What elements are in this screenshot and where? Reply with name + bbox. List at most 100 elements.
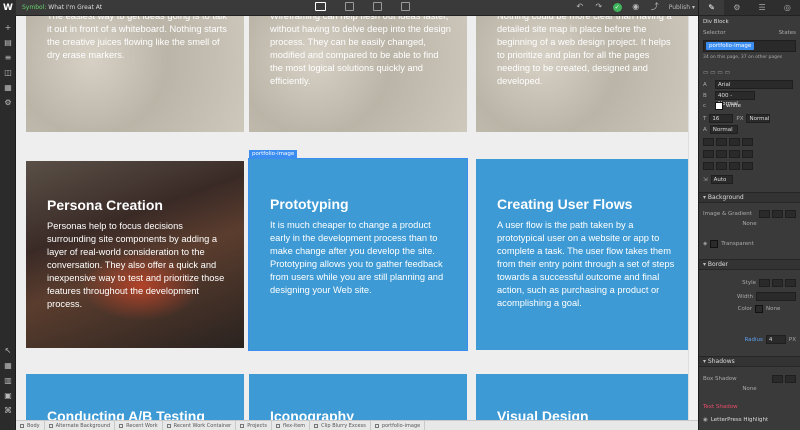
border-solid-icon[interactable] <box>772 279 783 287</box>
canvas-scrollbar[interactable] <box>688 16 698 420</box>
style-panel: ✎ ⚙ ☰ ◎ Div Block Selector States portfol… <box>698 0 800 430</box>
image-gradient-label: Image & Gradient <box>703 211 752 217</box>
layout-icon[interactable]: ▭ <box>725 70 730 76</box>
align-center-icon[interactable] <box>716 138 727 146</box>
pages-icon[interactable]: ▤ <box>3 38 13 47</box>
bg-color-value[interactable]: Transparent <box>721 241 754 247</box>
bg-color-swatch[interactable] <box>710 240 719 248</box>
align-right-icon[interactable] <box>729 138 740 146</box>
eye-icon[interactable]: ◉ <box>703 417 708 423</box>
shadows-section-header[interactable]: Shadows <box>699 356 800 367</box>
portfolio-card[interactable]: Persona Creation Personas help to focus … <box>26 161 244 348</box>
settings-gear-icon[interactable]: ⚙ <box>3 98 13 107</box>
symbol-indicator[interactable]: Symbol: What I'm Great At <box>22 4 102 11</box>
line-height-input[interactable]: Normal <box>746 114 771 123</box>
transform-icon[interactable] <box>716 162 727 170</box>
portfolio-card[interactable]: Iconography <box>249 374 467 420</box>
radius-input[interactable]: 4 <box>765 335 786 344</box>
breadcrumb-item[interactable]: Recent Work <box>115 420 163 430</box>
preview-eye-icon[interactable]: ◉ <box>631 2 641 12</box>
settings-gear-icon[interactable]: ⚙ <box>724 0 749 15</box>
publish-button[interactable]: Publish ▾ <box>669 4 695 11</box>
shadow-add-icon[interactable] <box>772 375 783 383</box>
grid-icon[interactable]: ▦ <box>3 361 13 370</box>
border-dashed-icon[interactable] <box>785 279 796 287</box>
selector-field[interactable]: portfolio-image <box>703 40 796 52</box>
font-weight-select[interactable]: 400 - Normal <box>715 91 755 107</box>
box-shadow-buttons <box>772 375 796 383</box>
auto-select[interactable]: Auto <box>710 175 733 184</box>
breadcrumb-item[interactable]: Clip Blurry Excess <box>310 420 371 430</box>
mobile-portrait-view-icon[interactable] <box>401 2 410 11</box>
card-title: Prototyping <box>270 196 349 212</box>
mobile-landscape-view-icon[interactable] <box>373 2 382 11</box>
portfolio-card[interactable]: The easiest way to get ideas going is to… <box>26 16 244 132</box>
redo-icon[interactable]: ↷ <box>594 2 604 12</box>
text-shadow-item[interactable]: LetterPress Highlight <box>711 417 768 423</box>
align-left-icon[interactable] <box>703 138 714 146</box>
radius-unit[interactable]: PX <box>789 337 796 343</box>
image-icon[interactable] <box>759 210 770 218</box>
caps-icon[interactable] <box>742 150 753 158</box>
element-icon <box>48 423 53 428</box>
states-dropdown[interactable]: States <box>779 30 796 36</box>
letter-spacing-icon: A <box>703 126 707 133</box>
design-canvas[interactable]: The easiest way to get ideas going is to… <box>16 16 698 420</box>
border-section-header[interactable]: Border <box>699 259 800 270</box>
font-family-select[interactable]: Arial <box>715 80 793 89</box>
tablet-view-icon[interactable] <box>345 2 354 11</box>
navigator-icon[interactable]: ☰ <box>750 0 775 15</box>
font-size-input[interactable]: 16 <box>709 114 734 123</box>
align-justify-icon[interactable] <box>742 138 753 146</box>
breadcrumb-item[interactable]: Recent Work Container <box>163 420 237 430</box>
border-none-icon[interactable] <box>759 279 770 287</box>
card-title: Creating User Flows <box>497 196 633 212</box>
portfolio-card[interactable]: Nothing could be more clear than having … <box>476 16 694 132</box>
interactions-icon[interactable]: ◎ <box>775 0 800 15</box>
font-size-unit[interactable]: PX <box>736 116 743 122</box>
italic-icon[interactable] <box>703 150 714 158</box>
breadcrumb-item[interactable]: flex-item <box>272 420 311 430</box>
layout-icon[interactable]: ▭ <box>710 70 715 76</box>
gradient-icon[interactable] <box>772 210 783 218</box>
transform-icon[interactable] <box>742 162 753 170</box>
layout-icon[interactable]: ▭ <box>717 70 722 76</box>
border-width-input[interactable] <box>756 292 796 301</box>
breadcrumb-item[interactable]: Projects <box>236 420 272 430</box>
class-pill[interactable]: portfolio-image <box>706 42 755 50</box>
breadcrumb-item[interactable]: portfolio-image <box>371 420 426 430</box>
transform-icon[interactable] <box>729 162 740 170</box>
style-brush-icon[interactable]: ✎ <box>699 0 725 15</box>
portfolio-card[interactable]: Conducting A/B Testing <box>26 374 244 420</box>
shadow-inset-icon[interactable] <box>785 375 796 383</box>
desktop-view-icon[interactable] <box>315 2 326 11</box>
portfolio-card[interactable]: Creating User Flows A user flow is the p… <box>476 159 694 350</box>
undo-icon[interactable]: ↶ <box>575 2 585 12</box>
add-elements-icon[interactable]: + <box>3 23 13 32</box>
breadcrumb-item[interactable]: Alternate Background <box>45 420 116 430</box>
letter-spacing-input[interactable]: Normal <box>709 125 738 134</box>
layout-icon[interactable]: ▭ <box>703 70 708 76</box>
text-style-buttons <box>703 150 753 158</box>
code-export-icon[interactable]: ⌘ <box>3 406 13 415</box>
share-icon[interactable]: ⤴ <box>650 2 660 12</box>
cms-icon[interactable]: ◫ <box>3 68 13 77</box>
navigator-icon[interactable]: ≡ <box>3 53 13 62</box>
transform-icon[interactable] <box>703 162 714 170</box>
underline-icon[interactable] <box>716 150 727 158</box>
color-swatch[interactable] <box>715 102 723 110</box>
border-color-swatch[interactable] <box>755 305 763 313</box>
breadcrumb-item[interactable]: Body <box>16 420 45 430</box>
xray-icon[interactable]: ▣ <box>3 391 13 400</box>
webflow-logo[interactable]: W <box>0 0 16 16</box>
strike-icon[interactable] <box>729 150 740 158</box>
portfolio-card-selected[interactable]: Prototyping It is much cheaper to change… <box>248 158 468 351</box>
select-tool-icon[interactable]: ↖ <box>3 346 13 355</box>
guides-icon[interactable]: ▥ <box>3 376 13 385</box>
radial-icon[interactable] <box>785 210 796 218</box>
portfolio-card[interactable]: Visual Design <box>476 374 694 420</box>
portfolio-card[interactable]: Wireframing can help flesh out ideas fas… <box>249 16 467 132</box>
assets-icon[interactable]: ▦ <box>3 83 13 92</box>
color-value[interactable]: white <box>726 103 741 109</box>
background-section-header[interactable]: Background <box>699 192 800 203</box>
